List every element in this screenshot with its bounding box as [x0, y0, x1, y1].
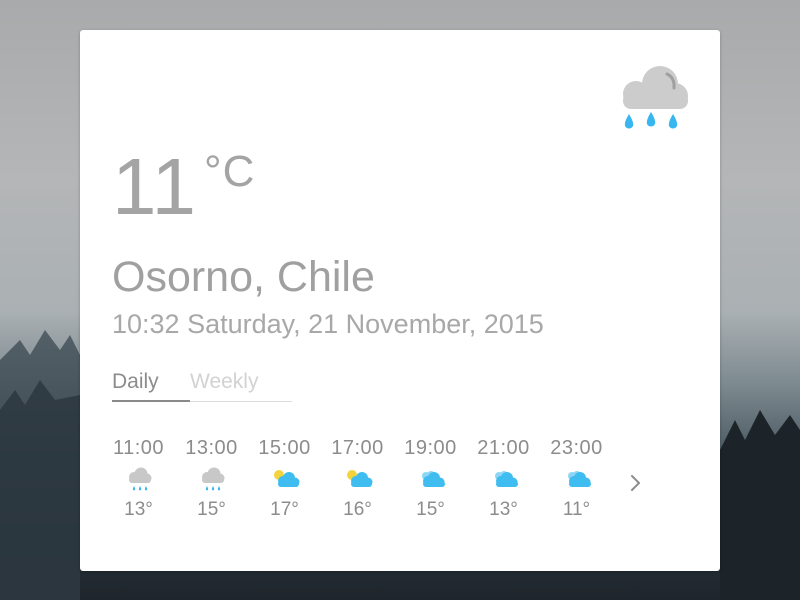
hourly-temp: 13° [124, 499, 153, 520]
temperature-unit: °C [204, 147, 256, 196]
hourly-temp: 17° [270, 499, 299, 520]
city-name: Osorno, Chile [112, 253, 375, 301]
hourly-temp: 11° [562, 499, 591, 520]
tab-weekly[interactable]: Weekly [190, 368, 258, 396]
hourly-time: 11:00 [112, 437, 165, 459]
hourly-item: 23:00 11° [540, 434, 613, 524]
hourly-forecast: 11:00 13° 13:00 15° 15:00 17° 17:00 16° … [102, 434, 662, 534]
hourly-temp: 13° [489, 499, 518, 520]
rain-cloud-icon [623, 66, 688, 129]
temperature-value: 11 [112, 142, 198, 231]
hourly-item: 21:00 13° [467, 434, 540, 524]
date-time: 10:32 Saturday, 21 November, 2015 [112, 309, 544, 339]
tab-daily[interactable]: Daily [112, 368, 159, 396]
chevron-right-icon[interactable] [626, 468, 646, 498]
partly-sunny-icon [346, 470, 372, 487]
partly-sunny-icon [273, 470, 299, 487]
hourly-item: 13:00 15° [175, 434, 248, 524]
active-tab-indicator [112, 400, 190, 402]
current-temperature: 11 °C [112, 142, 254, 232]
hourly-temp: 15° [416, 499, 445, 520]
rain-icon [201, 467, 224, 491]
cloudy-icon [567, 471, 591, 487]
hourly-time: 17:00 [331, 437, 384, 459]
forecast-tabs: Daily Weekly [112, 364, 292, 404]
cloudy-icon [421, 471, 445, 487]
hourly-item: 15:00 17° [248, 434, 321, 524]
hourly-temp: 16° [343, 499, 372, 520]
hourly-item: 19:00 15° [394, 434, 467, 524]
hourly-item: 17:00 16° [321, 434, 394, 524]
rain-icon [128, 467, 151, 491]
hourly-time: 19:00 [404, 437, 457, 459]
hourly-time: 23:00 [550, 437, 603, 459]
weather-card: 11 °C Osorno, Chile 10:32 Saturday, 21 No… [80, 30, 720, 571]
hourly-time: 21:00 [477, 437, 530, 459]
hourly-item: 11:00 13° [102, 434, 175, 524]
cloudy-icon [494, 471, 518, 487]
hourly-temp: 15° [197, 499, 226, 520]
hourly-time: 15:00 [258, 437, 311, 459]
hourly-time: 13:00 [185, 437, 238, 459]
